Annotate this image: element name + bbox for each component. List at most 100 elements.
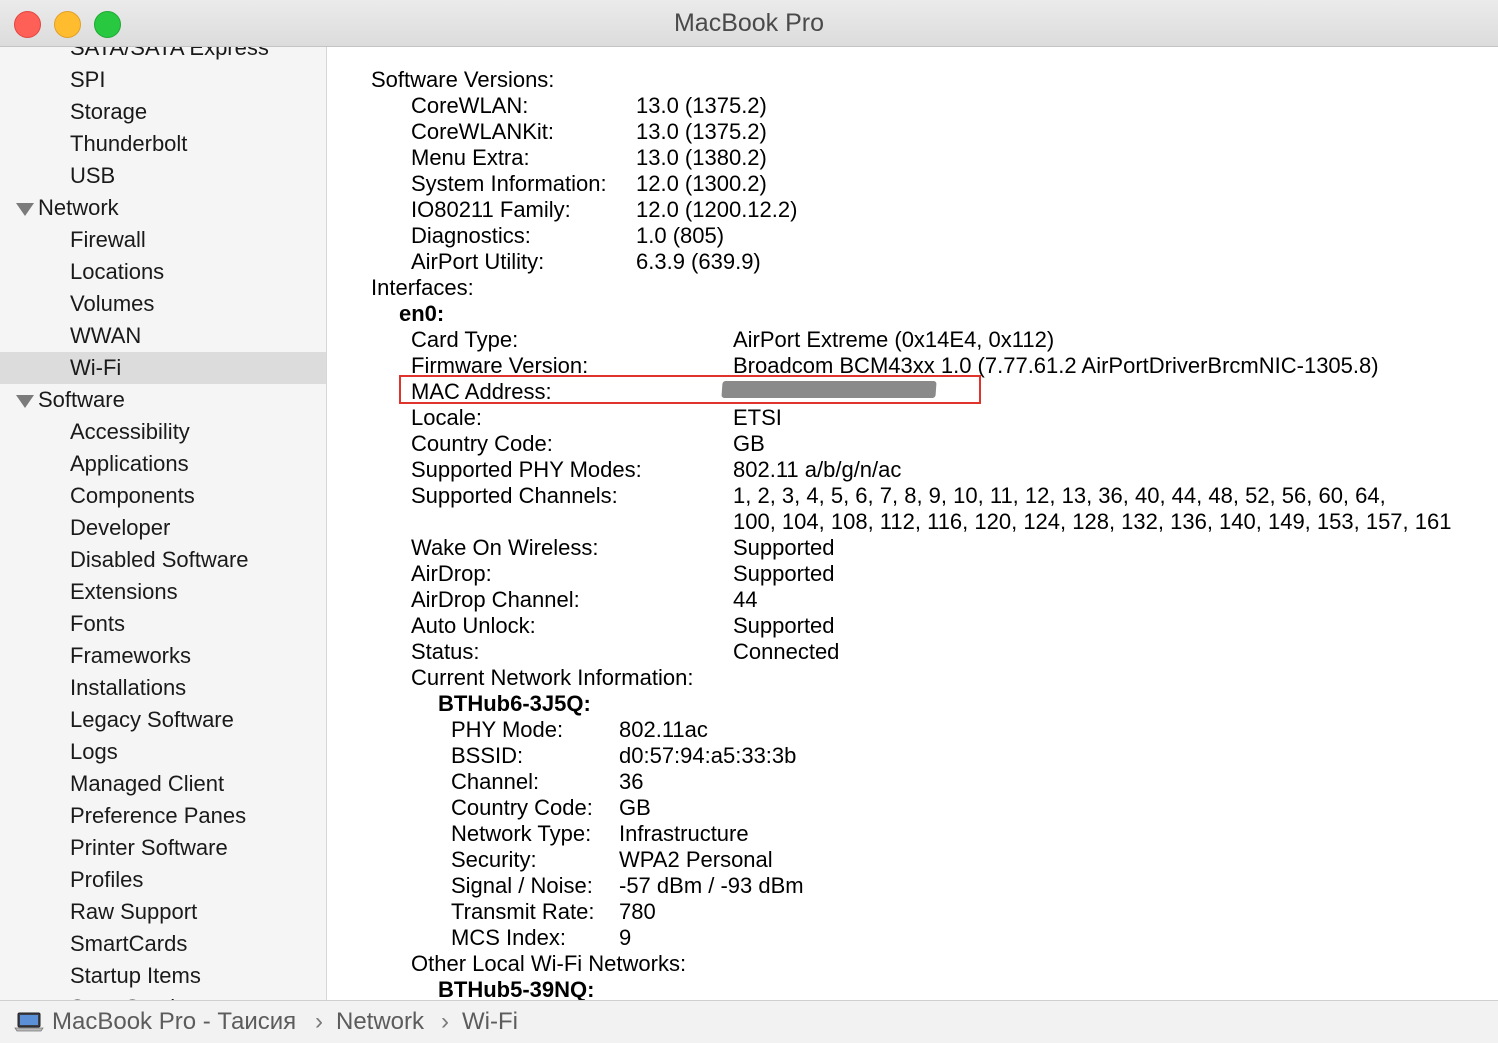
sidebar-item-preference-panes[interactable]: Preference Panes [0,800,326,832]
sidebar-item-label: Firewall [70,227,146,252]
network-key: Security: [451,847,537,872]
sidebar-item-locations[interactable]: Locations [0,256,326,288]
interface-key: MAC Address: [411,379,552,404]
sidebar[interactable]: SATA/SATA Express SPI Storage Thunderbolt US… [0,47,327,1000]
version-value: 13.0 (1375.2) [636,119,767,144]
sidebar-item-applications[interactable]: Applications [0,448,326,480]
window-title: MacBook Pro [673,9,825,37]
sidebar-item-firewall[interactable]: Firewall [0,224,326,256]
version-value: 12.0 (1200.12.2) [636,197,798,222]
section-heading: Current Network Information: [411,665,694,690]
sidebar-item-smartcards[interactable]: SmartCards [0,928,326,960]
sidebar-item-label: Installations [70,675,187,700]
sidebar-item-label: Fonts [70,611,126,636]
network-value: 802.11ac [619,717,708,742]
sidebar-item-accessibility[interactable]: Accessibility [0,416,326,448]
sidebar-item-printer-software[interactable]: Printer Software [0,832,326,864]
sidebar-item-label: USB [70,163,116,188]
interface-value: 802.11 a/b/g/n/ac [733,457,902,482]
version-key: IO80211 Family: [411,197,571,222]
interface-value: AirPort Extreme (0x14E4, 0x112) [733,327,1055,352]
interface-value: GB [733,431,765,456]
sidebar-item-spi[interactable]: SPI [0,64,326,96]
sidebar-item-extensions[interactable]: Extensions [0,576,326,608]
sidebar-group-network[interactable]: Network [0,192,326,224]
interface-key: AirDrop: [411,561,492,586]
sidebar-item-thunderbolt[interactable]: Thunderbolt [0,128,326,160]
breadcrumb-separator: › [441,1008,449,1035]
version-key: Menu Extra: [411,145,530,170]
sidebar-item-label: Disabled Software [70,547,249,572]
sidebar-group-software[interactable]: Software [0,384,326,416]
breadcrumb-wifi[interactable]: Wi-Fi [462,1001,518,1043]
network-value: GB [619,795,651,820]
sidebar-item-sync-services[interactable]: Sync Services [0,992,326,1000]
sidebar-item-logs[interactable]: Logs [0,736,326,768]
sidebar-item-managed-client[interactable]: Managed Client [0,768,326,800]
interface-value: Supported [733,535,835,560]
version-value: 1.0 (805) [636,223,725,248]
breadcrumb-computer[interactable]: MacBook Pro - Таисия [52,1001,296,1043]
sidebar-item-startup-items[interactable]: Startup Items [0,960,326,992]
sidebar-item-profiles[interactable]: Profiles [0,864,326,896]
sidebar-item-installations[interactable]: Installations [0,672,326,704]
network-value: 780 [619,899,656,924]
sidebar-item-label: Extensions [70,579,178,604]
sidebar-item-storage[interactable]: Storage [0,96,326,128]
version-value: 6.3.9 (639.9) [636,249,761,274]
interface-key: Auto Unlock: [411,613,536,638]
network-value: -57 dBm / -93 dBm [619,873,804,898]
interface-value: Broadcom BCM43xx 1.0 (7.77.61.2 AirPortD… [733,353,1379,378]
interface-name: en0: [399,301,445,326]
version-key: System Information: [411,171,607,196]
disclosure-triangle-icon[interactable] [16,395,34,408]
mac-address-redaction [721,381,937,398]
sidebar-item-label: SATA/SATA Express [70,47,269,60]
report-content: Software Versions: CoreWLAN: 13.0 (1375.2)… [327,47,1498,1000]
sidebar-item-developer[interactable]: Developer [0,512,326,544]
network-key: MCS Index: [451,925,566,950]
interface-value: ETSI [733,405,782,430]
sidebar-item-label: SmartCards [70,931,188,956]
breadcrumb-network[interactable]: Network [336,1001,424,1043]
network-value: 9 [619,925,632,950]
interface-value: 1, 2, 3, 4, 5, 6, 7, 8, 9, 10, 11, 12, 1… [733,483,1386,508]
sidebar-item-label: Raw Support [70,899,198,924]
interface-value: 100, 104, 108, 112, 116, 120, 124, 128, … [733,509,1452,534]
sidebar-item-label: Components [70,483,195,508]
interface-value: 44 [733,587,758,612]
laptop-icon [14,1012,44,1032]
interface-key: AirDrop Channel: [411,587,580,612]
sidebar-item-raw-support[interactable]: Raw Support [0,896,326,928]
sidebar-item-fonts[interactable]: Fonts [0,608,326,640]
path-bar: MacBook Pro - Таисия › Network › Wi-Fi [0,1000,1498,1043]
sidebar-item-label: Locations [70,259,165,284]
network-name: BTHub6-3J5Q: [438,691,591,716]
sidebar-item-wwan[interactable]: WWAN [0,320,326,352]
sidebar-item-disabled-software[interactable]: Disabled Software [0,544,326,576]
sidebar-item-legacy-software[interactable]: Legacy Software [0,704,326,736]
sidebar-item-sata-sata-express[interactable]: SATA/SATA Express [0,47,326,64]
sidebar-item-wi-fi[interactable]: Wi-Fi [0,352,326,384]
sidebar-item-label: Managed Client [70,771,225,796]
network-key: Signal / Noise: [451,873,593,898]
sidebar-item-frameworks[interactable]: Frameworks [0,640,326,672]
sidebar-item-volumes[interactable]: Volumes [0,288,326,320]
sidebar-item-label: Logs [70,739,118,764]
version-value: 12.0 (1300.2) [636,171,767,196]
version-key: CoreWLAN: [411,93,529,118]
version-value: 13.0 (1380.2) [636,145,767,170]
network-key: Transmit Rate: [451,899,595,924]
sidebar-item-usb[interactable]: USB [0,160,326,192]
disclosure-triangle-icon[interactable] [16,203,34,216]
sidebar-item-label: Wi-Fi [70,355,122,380]
interface-key: Wake On Wireless: [411,535,599,560]
sidebar-item-label: Legacy Software [70,707,234,732]
sidebar-item-label: Printer Software [70,835,228,860]
sidebar-item-components[interactable]: Components [0,480,326,512]
interface-key: Country Code: [411,431,553,456]
interface-value: Supported [733,561,835,586]
sidebar-item-label: Preference Panes [70,803,247,828]
interface-key: Supported Channels: [411,483,618,508]
network-value: d0:57:94:a5:33:3b [619,743,797,768]
